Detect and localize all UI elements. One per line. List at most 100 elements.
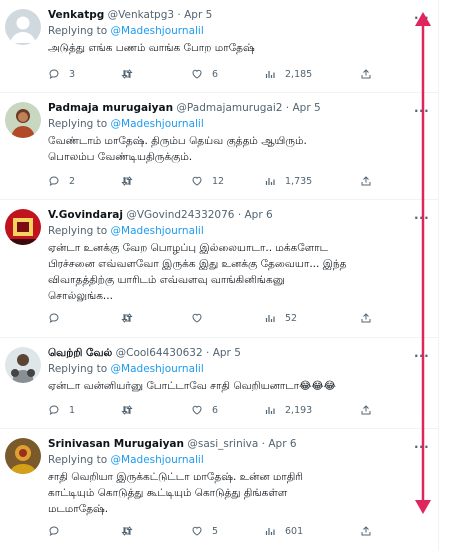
author-name[interactable]: V.Govindaraj (48, 209, 123, 221)
share-button[interactable] (360, 175, 372, 187)
share-button[interactable] (360, 404, 372, 416)
divider (438, 0, 439, 551)
view-count: 2,193 (285, 404, 313, 416)
replying-to-label: Replying to (48, 25, 111, 37)
retweet-icon (121, 69, 133, 79)
share-button[interactable] (360, 312, 372, 324)
photo-avatar[interactable] (5, 102, 41, 138)
tweet-text: சாதி வெறியா இருக்கட்டுட்டா மாதேஷ். உன்ன … (48, 471, 303, 515)
mention-link[interactable]: @Madeshjournalil (111, 363, 204, 375)
action-bar: 3 6 2,185 (48, 68, 408, 82)
analytics-icon (265, 528, 275, 535)
reply-button[interactable]: 2 (48, 175, 75, 187)
replying-to-label: Replying to (48, 363, 111, 375)
like-count: 12 (212, 175, 225, 187)
author-name[interactable]: வெற்றி வேல் (48, 347, 112, 359)
reply-tweet[interactable]: Srinivasan Murugaiyan @sasi_sriniva · Ap… (0, 429, 438, 551)
tweet-text: வேண்டாம் மாதேஷ். திரும்ப தெய்வ குத்தம் ஆ… (48, 135, 307, 163)
retweet-icon (121, 176, 133, 186)
retweet-button[interactable] (121, 404, 142, 416)
views-button[interactable]: 601 (264, 525, 303, 537)
tweet-date[interactable]: Apr 6 (245, 209, 273, 221)
mention-link[interactable]: @Madeshjournalil (111, 454, 204, 466)
like-button[interactable]: 5 (191, 525, 218, 537)
reply-tweet[interactable]: Padmaja murugaiyan @Padmajamurugai2 · Ap… (0, 93, 438, 200)
author-handle[interactable]: @Venkatpg3 (108, 9, 174, 21)
share-button[interactable] (360, 68, 372, 80)
tweet-text: ஏன்டா உனக்கு வேற பொழப்பு இல்லையாடா.. மக்… (48, 242, 347, 302)
replying-to: Replying to @Madeshjournalil (48, 454, 204, 466)
like-button[interactable]: 12 (191, 175, 224, 187)
action-bar: 2 12 1,735 (48, 175, 408, 189)
tweet-text: ஏன்டா வன்னியர்னு போட்டாவே சாதி வெறியனாடா… (48, 380, 336, 392)
heart-icon (192, 69, 202, 79)
replying-to: Replying to @Madeshjournalil (48, 363, 204, 375)
like-button[interactable] (191, 312, 212, 324)
reply-tweet[interactable]: Venkatpg @Venkatpg3 · Apr 5 ··· Replying… (0, 0, 438, 93)
tweet-date[interactable]: Apr 5 (184, 9, 212, 21)
author-handle[interactable]: @Cool64430632 (116, 347, 203, 359)
views-button[interactable]: 2,185 (264, 68, 312, 80)
analytics-icon (265, 315, 275, 322)
reply-icon (49, 69, 59, 80)
reply-icon (49, 526, 59, 537)
reply-button[interactable]: 1 (48, 404, 75, 416)
views-button[interactable]: 52 (264, 312, 297, 324)
retweet-button[interactable] (121, 525, 142, 537)
mention-link[interactable]: @Madeshjournalil (111, 118, 204, 130)
view-count: 1,735 (285, 175, 313, 187)
tweet-date[interactable]: Apr 5 (292, 102, 320, 114)
tweet-header: வெற்றி வேல் @Cool64430632 · Apr 5 (48, 347, 241, 359)
retweet-button[interactable] (121, 175, 142, 187)
reply-button[interactable]: 3 (48, 68, 75, 80)
author-name[interactable]: Srinivasan Murugaiyan (48, 438, 184, 450)
photo-avatar[interactable] (5, 347, 41, 383)
author-name[interactable]: Venkatpg (48, 9, 104, 21)
action-bar: 1 6 2,193 (48, 404, 408, 418)
share-icon (361, 526, 371, 536)
author-handle[interactable]: @Padmajamurugai2 (176, 102, 282, 114)
reply-button[interactable] (48, 525, 69, 537)
author-handle[interactable]: @VGovind24332076 (126, 209, 234, 221)
photo-avatar[interactable] (5, 438, 41, 474)
action-bar: 52 (48, 312, 408, 326)
mention-link[interactable]: @Madeshjournalil (111, 25, 204, 37)
share-button[interactable] (360, 525, 372, 537)
reply-tweet[interactable]: V.Govindaraj @VGovind24332076 · Apr 6 ··… (0, 200, 438, 338)
author-handle[interactable]: @sasi_sriniva (187, 438, 258, 450)
reply-icon (49, 405, 59, 416)
reply-count: 1 (69, 404, 76, 416)
red-logo-avatar[interactable] (5, 209, 41, 245)
retweet-button[interactable] (121, 68, 142, 80)
reply-count: 2 (69, 175, 76, 187)
mention-link[interactable]: @Madeshjournalil (111, 225, 204, 237)
heart-icon (192, 313, 202, 323)
like-button[interactable]: 6 (191, 404, 218, 416)
tweet-header: Venkatpg @Venkatpg3 · Apr 5 (48, 9, 213, 21)
reply-tweet[interactable]: வெற்றி வேல் @Cool64430632 · Apr 5 ··· Re… (0, 338, 438, 429)
default-avatar[interactable] (5, 9, 41, 45)
views-button[interactable]: 1,735 (264, 175, 312, 187)
like-button[interactable]: 6 (191, 68, 218, 80)
view-count: 52 (285, 312, 298, 324)
share-icon (361, 313, 371, 323)
like-count: 5 (212, 525, 219, 537)
replying-to: Replying to @Madeshjournalil (48, 118, 204, 130)
like-count: 6 (212, 404, 219, 416)
like-count: 6 (212, 68, 219, 80)
tweet-text: அடுத்து எங்க பணம் வாங்க போற மாதேஷ் (48, 42, 255, 54)
retweet-button[interactable] (121, 312, 142, 324)
reply-icon (49, 176, 59, 187)
tweet-date[interactable]: Apr 6 (268, 438, 296, 450)
tweet-date[interactable]: Apr 5 (213, 347, 241, 359)
analytics-icon (265, 71, 275, 78)
reply-button[interactable] (48, 312, 69, 324)
analytics-icon (265, 407, 275, 414)
retweet-icon (121, 313, 133, 323)
replying-to: Replying to @Madeshjournalil (48, 225, 204, 237)
retweet-icon (121, 405, 133, 415)
views-button[interactable]: 2,193 (264, 404, 312, 416)
analytics-icon (265, 178, 275, 185)
author-name[interactable]: Padmaja murugaiyan (48, 102, 173, 114)
tweet-header: Padmaja murugaiyan @Padmajamurugai2 · Ap… (48, 102, 321, 114)
